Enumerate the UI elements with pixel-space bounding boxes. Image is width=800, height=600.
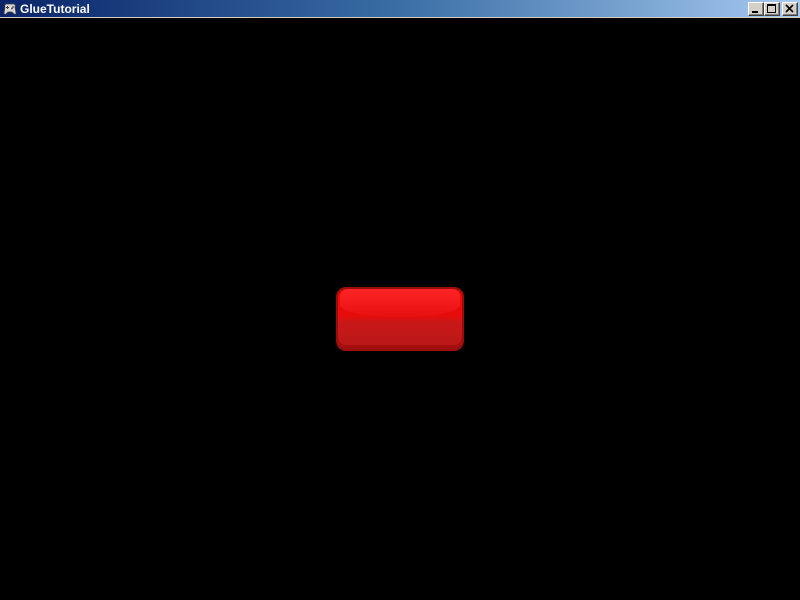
title-bar[interactable]: GlueTutorial: [0, 0, 800, 18]
window-title: GlueTutorial: [20, 2, 90, 16]
close-button[interactable]: [782, 2, 798, 16]
minimize-icon: [752, 11, 758, 13]
render-canvas[interactable]: [0, 18, 800, 600]
maximize-icon: [767, 4, 776, 13]
button-gloss: [340, 289, 460, 317]
red-glossy-button[interactable]: [336, 287, 464, 351]
minimize-button[interactable]: [748, 2, 764, 16]
app-window: GlueTutorial: [0, 0, 800, 600]
maximize-button[interactable]: [764, 2, 780, 16]
close-icon: [785, 4, 794, 13]
gamepad-icon[interactable]: [2, 1, 18, 17]
